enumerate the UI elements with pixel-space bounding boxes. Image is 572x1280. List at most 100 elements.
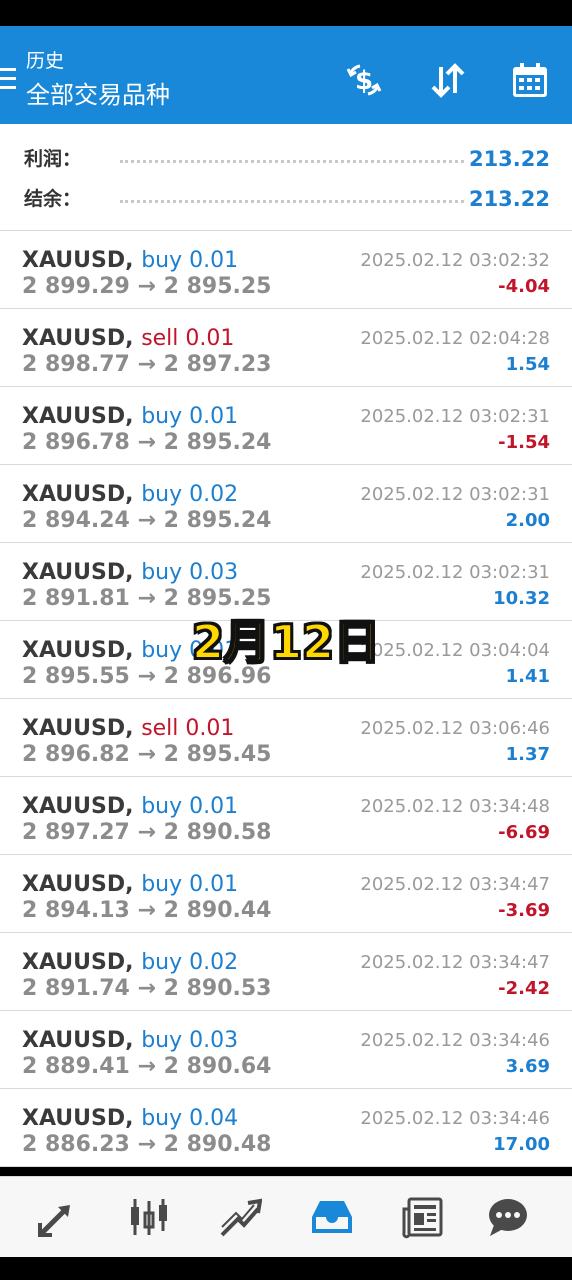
trade-time: 2025.02.12 03:34:47 bbox=[360, 874, 550, 895]
trade-row[interactable]: XAUUSD, buy 0.02 2 891.74 → 2 890.53 2025.… bbox=[0, 933, 572, 1011]
trade-row[interactable]: XAUUSD, buy 0.01 2 899.29 → 2 895.25 2025.… bbox=[0, 231, 572, 309]
trade-symbol: XAUUSD, bbox=[22, 248, 134, 273]
calendar-icon[interactable] bbox=[508, 58, 552, 102]
chart-icon[interactable] bbox=[125, 1193, 173, 1241]
trade-symbol: XAUUSD, bbox=[22, 1106, 134, 1131]
trade-symbol: XAUUSD, bbox=[22, 560, 134, 585]
trade-symbol-line: XAUUSD, buy 0.01 bbox=[22, 793, 238, 821]
trade-profit: 1.37 bbox=[505, 744, 550, 765]
trade-prices: 2 896.82 → 2 895.45 bbox=[22, 742, 272, 767]
header-subtitle: 历史 bbox=[26, 50, 65, 72]
trade-side-volume: buy 0.03 bbox=[141, 560, 239, 585]
trade-symbol: XAUUSD, bbox=[22, 716, 134, 741]
trade-symbol: XAUUSD, bbox=[22, 326, 134, 351]
trade-symbol: XAUUSD, bbox=[22, 482, 134, 507]
history-icon[interactable] bbox=[308, 1193, 356, 1241]
sort-icon[interactable] bbox=[426, 58, 470, 102]
trade-prices: 2 897.27 → 2 890.58 bbox=[22, 820, 272, 845]
trade-time: 2025.02.12 03:06:46 bbox=[360, 718, 550, 739]
trade-row[interactable]: XAUUSD, buy 0.03 2 891.81 → 2 895.25 2025.… bbox=[0, 543, 572, 621]
trade-symbol-line: XAUUSD, buy 0.01 bbox=[22, 247, 238, 275]
trade-profit: -3.69 bbox=[498, 900, 550, 921]
trade-time: 2025.02.12 03:34:46 bbox=[360, 1030, 550, 1051]
trade-row[interactable]: XAUUSD, buy 0.02 2 894.24 → 2 895.24 2025.… bbox=[0, 465, 572, 543]
trade-row[interactable]: XAUUSD, buy 0.03 2 889.41 → 2 890.64 2025.… bbox=[0, 1011, 572, 1089]
trade-time: 2025.02.12 03:34:47 bbox=[360, 952, 550, 973]
screen: 历史 全部交易品种 $ 利润： 213.22 结余： 213.22 XAUUSD… bbox=[0, 0, 572, 1280]
trade-symbol-line: XAUUSD, sell 0.01 bbox=[22, 715, 234, 743]
trade-side-volume: buy 0.02 bbox=[141, 950, 239, 975]
trade-prices: 2 886.23 → 2 890.48 bbox=[22, 1132, 272, 1157]
trade-prices: 2 896.78 → 2 895.24 bbox=[22, 430, 272, 455]
trade-history-list[interactable]: XAUUSD, buy 0.01 2 899.29 → 2 895.25 2025.… bbox=[0, 231, 572, 1167]
trade-side-volume: buy 0.04 bbox=[141, 1106, 239, 1131]
trade-profit: -4.04 bbox=[498, 276, 550, 297]
trade-row[interactable]: XAUUSD, buy 0.04 2 886.23 → 2 890.48 2025.… bbox=[0, 1089, 572, 1167]
trade-time: 2025.02.12 02:04:28 bbox=[360, 328, 550, 349]
header-title[interactable]: 全部交易品种 bbox=[26, 80, 170, 110]
trade-icon[interactable] bbox=[216, 1193, 264, 1241]
trade-profit: 10.32 bbox=[493, 588, 550, 609]
trade-side-volume: buy 0.01 bbox=[141, 794, 239, 819]
trade-profit: -6.69 bbox=[498, 822, 550, 843]
trade-time: 2025.02.12 03:34:48 bbox=[360, 796, 550, 817]
trade-symbol-line: XAUUSD, buy 0.02 bbox=[22, 949, 238, 977]
trade-symbol: XAUUSD, bbox=[22, 1028, 134, 1053]
dotted-leader bbox=[120, 160, 464, 163]
bottom-nav bbox=[0, 1176, 572, 1257]
balance-label: 结余： bbox=[24, 188, 82, 210]
trade-side-volume: buy 0.01 bbox=[141, 872, 239, 897]
dotted-leader bbox=[120, 200, 464, 203]
trade-symbol: XAUUSD, bbox=[22, 404, 134, 429]
trade-side-volume: sell 0.01 bbox=[141, 716, 235, 741]
balance-row: 结余： 213.22 bbox=[24, 186, 550, 212]
profit-label: 利润： bbox=[24, 148, 82, 170]
news-icon[interactable] bbox=[399, 1193, 447, 1241]
trade-prices: 2 894.24 → 2 895.24 bbox=[22, 508, 272, 533]
trade-symbol: XAUUSD, bbox=[22, 794, 134, 819]
trade-prices: 2 899.29 → 2 895.25 bbox=[22, 274, 272, 299]
trade-symbol-line: XAUUSD, buy 0.01 bbox=[22, 871, 238, 899]
trade-symbol-line: XAUUSD, buy 0.02 bbox=[22, 481, 238, 509]
trade-time: 2025.02.12 03:02:31 bbox=[360, 484, 550, 505]
trade-prices: 2 898.77 → 2 897.23 bbox=[22, 352, 272, 377]
trade-symbol-line: XAUUSD, buy 0.03 bbox=[22, 559, 238, 587]
trade-time: 2025.02.12 03:02:31 bbox=[360, 406, 550, 427]
trade-profit: 17.00 bbox=[493, 1134, 550, 1155]
profit-row: 利润： 213.22 bbox=[24, 146, 550, 172]
trade-symbol: XAUUSD, bbox=[22, 638, 134, 663]
trade-prices: 2 891.81 → 2 895.25 bbox=[22, 586, 272, 611]
trade-profit: 2.00 bbox=[505, 510, 550, 531]
trade-profit: 3.69 bbox=[505, 1056, 550, 1077]
trade-side-volume: sell 0.01 bbox=[141, 326, 235, 351]
profit-value: 213.22 bbox=[468, 147, 550, 171]
trade-side-volume: buy 0.02 bbox=[141, 482, 239, 507]
trade-profit: 1.54 bbox=[505, 354, 550, 375]
svg-text:$: $ bbox=[355, 66, 373, 96]
trade-prices: 2 889.41 → 2 890.64 bbox=[22, 1054, 272, 1079]
trade-symbol: XAUUSD, bbox=[22, 872, 134, 897]
app-header: 历史 全部交易品种 $ bbox=[0, 26, 572, 124]
trade-row[interactable]: XAUUSD, sell 0.01 2 898.77 → 2 897.23 2025… bbox=[0, 309, 572, 387]
trade-symbol-line: XAUUSD, sell 0.01 bbox=[22, 325, 234, 353]
trade-side-volume: buy 0.01 bbox=[141, 404, 239, 429]
quotes-icon[interactable] bbox=[34, 1193, 82, 1241]
trade-row[interactable]: XAUUSD, buy 0.01 2 894.13 → 2 890.44 2025.… bbox=[0, 855, 572, 933]
trade-row[interactable]: XAUUSD, buy 0.01 2 897.27 → 2 890.58 2025.… bbox=[0, 777, 572, 855]
date-overlay-caption: 2月12日 bbox=[191, 614, 381, 670]
chat-icon[interactable] bbox=[484, 1193, 532, 1241]
trade-symbol-line: XAUUSD, buy 0.04 bbox=[22, 1105, 238, 1133]
menu-icon[interactable] bbox=[0, 68, 16, 90]
trade-symbol-line: XAUUSD, buy 0.01 bbox=[22, 403, 238, 431]
trade-profit: 1.41 bbox=[505, 666, 550, 687]
trade-time: 2025.02.12 03:04:04 bbox=[360, 640, 550, 661]
trade-row[interactable]: XAUUSD, buy 0.01 2 896.78 → 2 895.24 2025.… bbox=[0, 387, 572, 465]
trade-time: 2025.02.12 03:02:32 bbox=[360, 250, 550, 271]
dollar-sync-icon[interactable]: $ bbox=[342, 58, 386, 102]
trade-profit: -2.42 bbox=[498, 978, 550, 999]
trade-time: 2025.02.12 03:34:46 bbox=[360, 1108, 550, 1129]
balance-value: 213.22 bbox=[468, 187, 550, 211]
trade-row[interactable]: XAUUSD, sell 0.01 2 896.82 → 2 895.45 2025… bbox=[0, 699, 572, 777]
trade-time: 2025.02.12 03:02:31 bbox=[360, 562, 550, 583]
trade-prices: 2 891.74 → 2 890.53 bbox=[22, 976, 272, 1001]
